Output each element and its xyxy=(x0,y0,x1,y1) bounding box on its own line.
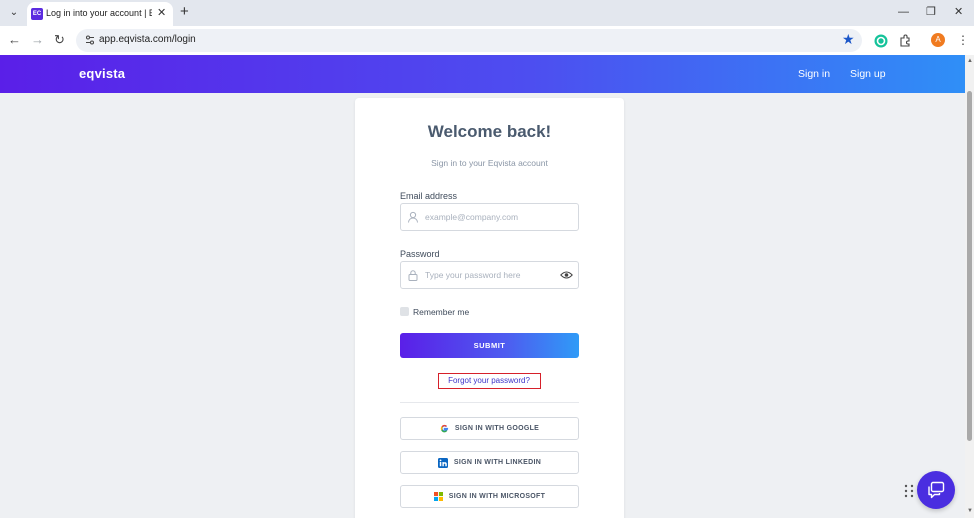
show-password-eye-icon[interactable] xyxy=(560,270,573,280)
tab-search-chevron-down-icon[interactable]: ⌄ xyxy=(6,5,22,21)
browser-tab[interactable]: EC Log in into your account | Eqvis ✕ xyxy=(27,2,173,26)
url-text[interactable]: app.eqvista.com/login xyxy=(99,34,196,45)
grammarly-extension-icon[interactable] xyxy=(874,34,888,48)
chat-icon xyxy=(928,481,945,499)
back-arrow-icon[interactable]: ← xyxy=(8,32,21,48)
password-input[interactable] xyxy=(425,268,565,282)
forgot-password-highlight: Forgot your password? xyxy=(438,373,541,389)
google-icon xyxy=(440,424,449,433)
forgot-password-link[interactable]: Forgot your password? xyxy=(439,376,539,385)
google-signin-button[interactable]: SIGN IN WITH GOOGLE xyxy=(400,417,579,440)
restore-icon[interactable]: ❐ xyxy=(926,4,936,20)
page-viewport: eqvista Sign in Sign up Welcome back! Si… xyxy=(0,55,965,518)
email-label: Email address xyxy=(400,191,458,201)
window-close-icon[interactable]: ✕ xyxy=(954,4,963,20)
browser-menu-icon[interactable]: ⋮ xyxy=(957,32,969,48)
submit-button[interactable]: SUBMIT xyxy=(400,333,579,358)
new-tab-plus-icon[interactable]: + xyxy=(180,4,189,20)
tab-title: Log in into your account | Eqvis xyxy=(46,8,152,18)
profile-avatar[interactable]: A xyxy=(931,33,945,47)
user-icon xyxy=(408,211,418,223)
tab-close-icon[interactable]: ✕ xyxy=(157,6,166,19)
remember-me-checkbox[interactable] xyxy=(400,307,409,316)
password-field[interactable] xyxy=(400,261,579,289)
linkedin-icon xyxy=(437,457,448,468)
login-subtitle: Sign in to your Eqvista account xyxy=(431,158,548,168)
scroll-down-arrow-icon[interactable]: ▼ xyxy=(967,508,973,514)
divider xyxy=(400,402,579,403)
microsoft-icon xyxy=(433,492,443,501)
forward-arrow-icon[interactable]: → xyxy=(31,32,44,48)
drag-handle-icon[interactable] xyxy=(904,484,914,498)
extensions-puzzle-icon[interactable] xyxy=(898,34,912,48)
email-field[interactable] xyxy=(400,203,579,231)
password-label: Password xyxy=(400,249,440,259)
linkedin-signin-button[interactable]: SIGN IN WITH LINKEDIN xyxy=(400,451,579,474)
tab-favicon: EC xyxy=(31,8,43,20)
remember-me-label[interactable]: Remember me xyxy=(413,307,469,317)
scroll-up-arrow-icon[interactable]: ▲ xyxy=(967,58,973,64)
lock-icon xyxy=(408,270,418,281)
microsoft-signin-label: SIGN IN WITH MICROSOFT xyxy=(448,493,546,500)
email-input[interactable] xyxy=(425,210,565,224)
app-header: eqvista Sign in Sign up xyxy=(0,55,965,93)
address-bar[interactable]: app.eqvista.com/login ★ xyxy=(76,29,862,52)
browser-tabstrip: ⌄ EC Log in into your account | Eqvis ✕ … xyxy=(0,0,974,26)
eqvista-logo[interactable]: eqvista xyxy=(79,66,125,81)
reload-icon[interactable]: ↻ xyxy=(54,32,65,48)
google-signin-label: SIGN IN WITH GOOGLE xyxy=(454,425,540,432)
linkedin-signin-label: SIGN IN WITH LINKEDIN xyxy=(453,459,542,466)
nav-signin-link[interactable]: Sign in xyxy=(798,68,830,80)
page-scrollbar[interactable]: ▲ ▼ xyxy=(965,55,974,518)
scrollbar-thumb[interactable] xyxy=(967,91,972,441)
site-info-icon[interactable] xyxy=(84,34,96,46)
chat-widget-button[interactable] xyxy=(917,471,955,509)
login-title: Welcome back! xyxy=(427,122,552,141)
nav-signup-link[interactable]: Sign up xyxy=(850,68,886,80)
bookmark-star-icon[interactable]: ★ xyxy=(842,31,855,48)
login-card: Welcome back! Sign in to your Eqvista ac… xyxy=(355,98,624,518)
microsoft-signin-button[interactable]: SIGN IN WITH MICROSOFT xyxy=(400,485,579,508)
browser-toolbar: ← → ↻ app.eqvista.com/login ★ A ⋮ xyxy=(0,26,974,55)
minimize-icon[interactable]: — xyxy=(898,4,909,20)
